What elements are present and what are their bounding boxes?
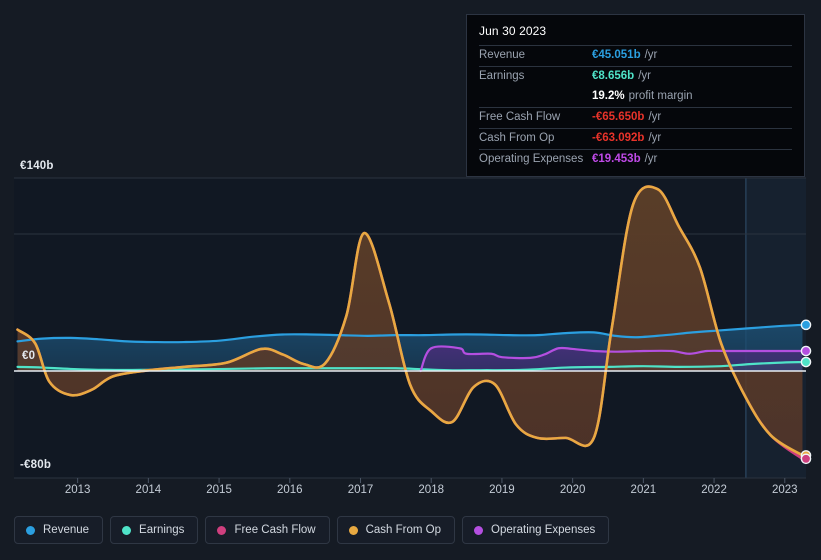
legend-item-free-cash-flow[interactable]: Free Cash Flow [205, 516, 330, 544]
financial-chart: €140b €0 -€80b 2013 2014 2015 2016 2017 2018 2… [0, 0, 821, 560]
x-axis-tick-2017: 2017 [347, 484, 374, 496]
legend-item-label: Earnings [139, 524, 185, 536]
tooltip-row: Earnings €8.656b/yr [479, 66, 792, 87]
legend-color-dot-icon [26, 525, 35, 535]
x-axis-tick-2020: 2020 [559, 484, 586, 496]
x-axis-tick-2019: 2019 [489, 484, 515, 496]
tooltip-row-value: €45.051b [592, 48, 641, 61]
legend-item-label: Operating Expenses [491, 524, 596, 536]
endpoint-marker-earnings [800, 356, 812, 368]
tooltip-row-label: Revenue [479, 48, 526, 61]
x-axis-tick-2021: 2021 [630, 484, 657, 496]
tooltip-row-label: Free Cash Flow [479, 110, 561, 123]
tooltip-row-value: 19.2% [592, 89, 625, 102]
tooltip-row: Operating Expenses €19.453b/yr [479, 149, 792, 170]
x-axis-tick-2013: 2013 [64, 484, 91, 496]
legend-color-dot-icon [348, 525, 358, 535]
tooltip-row: 19.2% profit margin [479, 87, 792, 107]
tooltip-row-unit: profit margin [628, 89, 693, 102]
legend-color-dot-icon [474, 525, 484, 535]
x-axis-tick-2014: 2014 [135, 484, 162, 496]
tooltip-row: Cash From Op -€63.092b/yr [479, 128, 792, 149]
legend-color-dot-icon [217, 525, 227, 535]
tooltip-row-value: -€65.650b [592, 110, 645, 123]
legend-item-label: Cash From Op [365, 524, 442, 536]
endpoint-marker-revenue [800, 319, 812, 331]
tooltip-row: Free Cash Flow -€65.650b/yr [479, 107, 792, 128]
tooltip-row-value: €19.453b [592, 152, 641, 165]
legend-color-dot-icon [122, 525, 132, 535]
x-axis-tick-2018: 2018 [418, 484, 444, 496]
x-axis-tick-2016: 2016 [276, 484, 303, 496]
tooltip-row-unit: /yr [644, 48, 658, 61]
endpoint-marker-free-cash-flow [800, 453, 812, 465]
tooltip-row-label: Operating Expenses [479, 152, 584, 165]
y-axis-label-bottom: -€80b [20, 459, 52, 471]
legend-item-label: Free Cash Flow [234, 524, 316, 536]
legend-item-cash-from-op[interactable]: Cash From Op [336, 516, 456, 544]
x-axis-tick-2015: 2015 [206, 484, 232, 496]
tooltip-row-value: -€63.092b [592, 131, 645, 144]
legend-item-earnings[interactable]: Earnings [110, 516, 199, 544]
y-axis-label-zero: €0 [22, 350, 36, 362]
tooltip-row-label: Cash From Op [479, 131, 555, 144]
tooltip-row-unit: /yr [648, 110, 662, 123]
tooltip-row-label: Earnings [479, 69, 525, 82]
y-axis-label-top: €140b [20, 160, 54, 172]
chart-tooltip: Jun 30 2023 Revenue €45.051b/yr Earnings €8… [466, 14, 805, 177]
endpoint-marker-operating-expenses [800, 345, 812, 357]
x-axis-tick-2023: 2023 [771, 484, 798, 496]
legend-item-operating-expenses[interactable]: Operating Expenses [462, 516, 610, 544]
tooltip-date: Jun 30 2023 [479, 24, 547, 38]
x-axis-tick-2022: 2022 [701, 484, 727, 496]
legend-item-label: Revenue [43, 524, 90, 536]
tooltip-row-value: €8.656b [592, 69, 635, 82]
tooltip-row-unit: /yr [638, 69, 651, 82]
tooltip-row-unit: /yr [644, 152, 658, 165]
chart-legend[interactable]: Revenue Earnings Free Cash Flow Cash From O… [14, 516, 610, 544]
tooltip-row-unit: /yr [648, 131, 662, 144]
tooltip-row: Revenue €45.051b/yr [479, 45, 792, 66]
legend-item-revenue[interactable]: Revenue [14, 516, 104, 544]
